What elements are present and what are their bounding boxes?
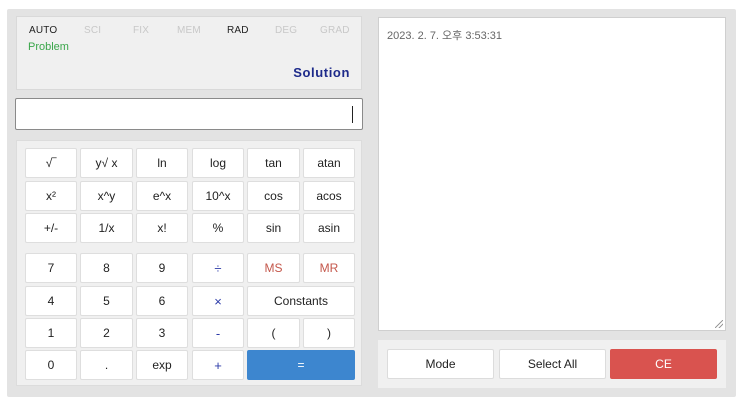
- digit-7-button[interactable]: 7: [25, 253, 77, 283]
- display-panel: AUTO SCI FIX MEM RAD DEG GRAD Problem So…: [16, 16, 362, 90]
- mode-mem: MEM: [177, 25, 201, 36]
- root-button[interactable]: y√ x: [80, 148, 133, 178]
- divide-button[interactable]: ÷: [192, 253, 244, 283]
- mode-deg: DEG: [275, 25, 298, 36]
- decimal-button[interactable]: .: [80, 350, 133, 380]
- tan-button[interactable]: tan: [247, 148, 300, 178]
- exp-button[interactable]: exp: [136, 350, 188, 380]
- power-button[interactable]: x^y: [80, 181, 133, 211]
- mode-rad: RAD: [227, 25, 249, 36]
- multiply-button[interactable]: ×: [192, 286, 244, 316]
- digit-9-button[interactable]: 9: [136, 253, 188, 283]
- sqrt-button[interactable]: √‾: [25, 148, 77, 178]
- solution-label: Solution: [293, 65, 350, 80]
- mode-button[interactable]: Mode: [387, 349, 494, 379]
- close-paren-button[interactable]: ): [303, 318, 355, 348]
- keypad: √‾ y√ x ln log tan atan x² x^y e^x 10^x …: [16, 140, 362, 386]
- subtract-button[interactable]: -: [192, 318, 244, 348]
- atan-button[interactable]: atan: [303, 148, 355, 178]
- log-button[interactable]: log: [192, 148, 244, 178]
- digit-2-button[interactable]: 2: [80, 318, 133, 348]
- resize-handle-icon[interactable]: [715, 320, 723, 328]
- mode-indicators: AUTO SCI FIX MEM RAD DEG GRAD: [17, 25, 361, 39]
- digit-1-button[interactable]: 1: [25, 318, 77, 348]
- cos-button[interactable]: cos: [247, 181, 300, 211]
- memory-store-button[interactable]: MS: [247, 253, 300, 283]
- sin-button[interactable]: sin: [247, 213, 300, 243]
- negate-button[interactable]: +/-: [25, 213, 77, 243]
- digit-8-button[interactable]: 8: [80, 253, 133, 283]
- asin-button[interactable]: asin: [303, 213, 355, 243]
- square-button[interactable]: x²: [25, 181, 77, 211]
- mode-grad: GRAD: [320, 25, 350, 36]
- problem-label: Problem: [28, 41, 69, 53]
- log-entry-timestamp: 2023. 2. 7. 오후 3:53:31: [387, 30, 503, 42]
- text-cursor: [352, 106, 353, 123]
- add-button[interactable]: +: [192, 350, 244, 380]
- open-paren-button[interactable]: (: [247, 318, 300, 348]
- expression-input[interactable]: [15, 98, 363, 130]
- exp-power-button[interactable]: e^x: [136, 181, 188, 211]
- digit-4-button[interactable]: 4: [25, 286, 77, 316]
- digit-5-button[interactable]: 5: [80, 286, 133, 316]
- reciprocal-button[interactable]: 1/x: [80, 213, 133, 243]
- memory-recall-button[interactable]: MR: [303, 253, 355, 283]
- digit-0-button[interactable]: 0: [25, 350, 77, 380]
- ten-power-button[interactable]: 10^x: [192, 181, 244, 211]
- constants-button[interactable]: Constants: [247, 286, 355, 316]
- action-bar: Mode Select All CE: [378, 340, 726, 388]
- mode-sci: SCI: [84, 25, 102, 36]
- mode-fix: FIX: [133, 25, 150, 36]
- factorial-button[interactable]: x!: [136, 213, 188, 243]
- digit-6-button[interactable]: 6: [136, 286, 188, 316]
- digit-3-button[interactable]: 3: [136, 318, 188, 348]
- acos-button[interactable]: acos: [303, 181, 355, 211]
- equals-button[interactable]: =: [247, 350, 355, 380]
- ln-button[interactable]: ln: [136, 148, 188, 178]
- percent-button[interactable]: %: [192, 213, 244, 243]
- mode-auto: AUTO: [29, 25, 58, 36]
- history-log[interactable]: 2023. 2. 7. 오후 3:53:31: [378, 17, 726, 331]
- select-all-button[interactable]: Select All: [499, 349, 606, 379]
- clear-entry-button[interactable]: CE: [610, 349, 717, 379]
